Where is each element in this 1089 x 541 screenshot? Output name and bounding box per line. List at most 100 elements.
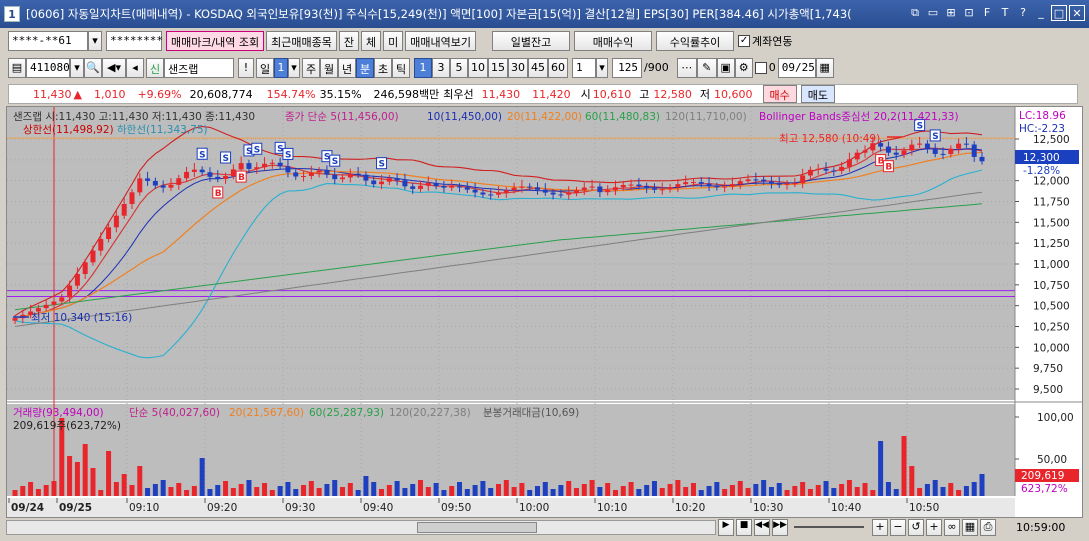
volume-bar: [948, 483, 954, 496]
scroll-thumb[interactable]: [417, 522, 537, 533]
date-input[interactable]: 09/25: [777, 57, 816, 78]
range-input[interactable]: 125: [612, 57, 642, 78]
zoom-in-icon[interactable]: +: [872, 519, 888, 536]
candle-body: [238, 163, 244, 170]
tile-icon[interactable]: ⊞: [943, 5, 959, 21]
period-month[interactable]: 월: [320, 57, 338, 78]
window-icon[interactable]: ▭: [925, 5, 941, 21]
account-link-toggle[interactable]: ✓ 계좌연동: [738, 33, 793, 49]
volume-bar: [893, 489, 899, 496]
save-icon[interactable]: ▣: [716, 57, 735, 78]
period-day[interactable]: 일: [256, 57, 274, 78]
draw-tool-icon[interactable]: ✎: [696, 57, 717, 78]
text-icon[interactable]: T: [997, 5, 1013, 21]
x-tick-label: 09:40: [363, 502, 393, 514]
help-icon[interactable]: ?: [1015, 5, 1031, 21]
stop-icon[interactable]: ■: [736, 519, 752, 536]
price-volume-chart[interactable]: SBSBSSSSSSSSSBB 12,50012,25012,00011,750…: [7, 107, 1082, 517]
speaker-icon[interactable]: ◀▾: [102, 57, 126, 78]
volume-bar: [246, 480, 252, 496]
minute-10[interactable]: 10: [468, 57, 488, 78]
zero-checkbox[interactable]: [754, 61, 767, 74]
code-dropdown-icon[interactable]: ▾: [70, 57, 84, 78]
minute-60[interactable]: 60: [548, 57, 568, 78]
period-second[interactable]: 초: [374, 57, 392, 78]
recent-trade-stocks-button[interactable]: 최근매매종목: [266, 31, 337, 51]
prev-stock-icon[interactable]: ◂: [126, 57, 144, 78]
print-icon[interactable]: ⎙: [980, 519, 996, 536]
zoom-out-icon[interactable]: −: [890, 519, 906, 536]
period-year[interactable]: 년: [338, 57, 356, 78]
return-trend-button[interactable]: 수익률추이: [656, 31, 735, 51]
zoom-icon[interactable]: ⊡: [961, 5, 977, 21]
gear-icon[interactable]: ⚙: [734, 57, 753, 78]
reset-icon[interactable]: ↺: [908, 519, 924, 536]
x-tick-label: 10:40: [831, 502, 861, 514]
password-input[interactable]: ********: [106, 31, 163, 51]
count-dropdown-icon[interactable]: ▾: [596, 57, 608, 78]
grid-icon[interactable]: ▦: [962, 519, 978, 536]
candle-body: [254, 167, 260, 169]
minute-15[interactable]: 15: [488, 57, 508, 78]
unexecuted-button[interactable]: 미: [383, 31, 404, 51]
chart-area[interactable]: SBSBSSSSSSSSSBB 12,50012,25012,00011,750…: [6, 106, 1083, 518]
trade-mark-label: S: [199, 150, 205, 160]
link-chart-icon[interactable]: ∞: [944, 519, 960, 536]
period-dropdown-icon[interactable]: ▾: [288, 57, 300, 78]
account-input[interactable]: ****-**61: [8, 31, 88, 51]
zoom-slider[interactable]: [794, 526, 864, 528]
volume-bar: [924, 484, 930, 496]
alert-icon[interactable]: !: [238, 57, 254, 78]
balance-button[interactable]: 잔: [338, 31, 360, 51]
sell-button[interactable]: 매도: [800, 85, 836, 103]
trade-profit-button[interactable]: 매매수익: [574, 31, 653, 51]
candle-body: [410, 186, 416, 189]
search-icon[interactable]: 🔍: [84, 57, 102, 78]
volume-bar: [761, 480, 767, 496]
period-minute[interactable]: 분: [356, 57, 374, 78]
trade-mark-query-button[interactable]: 매매마크/내역 조회: [166, 31, 265, 51]
forward-icon[interactable]: ▶▶: [772, 519, 788, 536]
account-dropdown-icon[interactable]: ▾: [88, 31, 102, 51]
minute-3[interactable]: 3: [432, 57, 450, 78]
period-tick[interactable]: 틱: [392, 57, 410, 78]
candle-body: [636, 184, 642, 186]
minute-45[interactable]: 45: [528, 57, 548, 78]
indicator-icon[interactable]: ⋯: [676, 57, 697, 78]
layout-icon[interactable]: ▤: [8, 57, 26, 78]
volume-bar: [449, 486, 455, 496]
stock-code-input[interactable]: 411080: [26, 57, 70, 78]
scroll-right-icon[interactable]: ▶: [718, 519, 734, 536]
check-icon[interactable]: ✓: [738, 35, 751, 47]
minute-5[interactable]: 5: [450, 57, 468, 78]
credit-icon: 신: [146, 57, 164, 78]
buy-button[interactable]: 매수: [762, 85, 797, 103]
x-tick-label: 10:10: [597, 502, 627, 514]
candle-body: [932, 148, 938, 154]
candle-body: [191, 169, 197, 172]
executed-button[interactable]: 체: [361, 31, 382, 51]
horizontal-scrollbar[interactable]: [6, 520, 716, 535]
candle-body: [651, 188, 657, 190]
minute-30[interactable]: 30: [508, 57, 528, 78]
volume-bar: [168, 487, 174, 496]
link-icon[interactable]: ⧉: [907, 5, 923, 21]
minute-1[interactable]: 1: [414, 57, 432, 78]
daily-balance-button[interactable]: 일별잔고: [492, 31, 571, 51]
view-trade-history-button[interactable]: 매매내역보기: [405, 31, 477, 51]
crosshair-icon[interactable]: +: [926, 519, 942, 536]
font-icon[interactable]: F: [979, 5, 995, 21]
period-count[interactable]: 1: [274, 57, 288, 78]
minimize-icon[interactable]: _: [1033, 5, 1049, 21]
current-pct-label: -1.28%: [1023, 165, 1060, 177]
count-input[interactable]: 1: [572, 57, 596, 78]
y-tick-label: 12,500: [1033, 134, 1070, 146]
candle-body: [519, 186, 525, 188]
close-icon[interactable]: ✕: [1069, 5, 1085, 21]
period-week[interactable]: 주: [302, 57, 320, 78]
rewind-icon[interactable]: ◀◀: [754, 519, 770, 536]
calendar-icon[interactable]: ▦: [815, 57, 834, 78]
volume-bar: [534, 486, 540, 496]
volume-bar: [207, 489, 213, 496]
maximize-icon[interactable]: □: [1051, 5, 1067, 21]
